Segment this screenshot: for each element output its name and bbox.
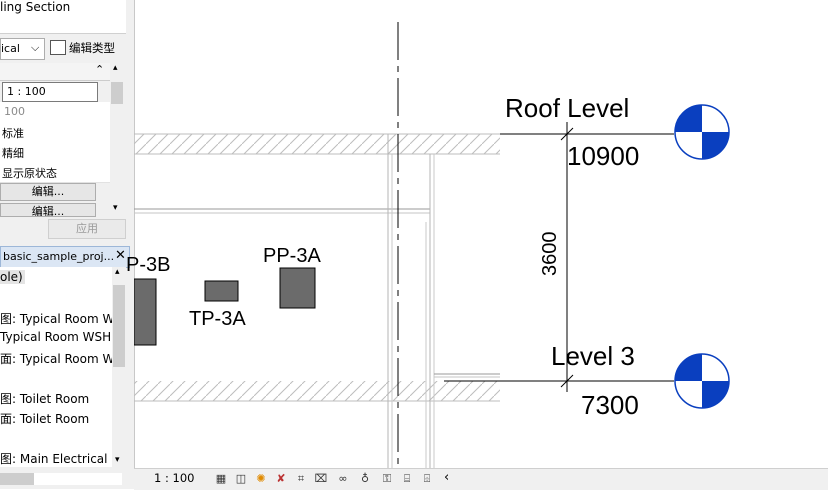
- horizontal-scrollbar[interactable]: [0, 470, 126, 489]
- browser-scrollbar[interactable]: ▴ ▾: [112, 267, 126, 467]
- properties-scrollbar[interactable]: ▴ ▾: [110, 63, 124, 218]
- display-model-row[interactable]: 标准: [0, 122, 110, 143]
- scroll-up-icon: ▴: [113, 63, 118, 73]
- properties-palette: ling Section ical ⌵ 编辑类型 ⌃ ▴ ▾ 1 : 100 1…: [0, 0, 135, 489]
- analytical-model-icon[interactable]: ⌸: [400, 472, 414, 486]
- list-item[interactable]: 面: Toilet Room: [0, 410, 89, 427]
- close-icon[interactable]: ✕: [115, 248, 126, 263]
- level-3-elevation[interactable]: 7300: [581, 390, 639, 421]
- tag-tp-3a[interactable]: TP-3A: [189, 308, 246, 331]
- scroll-left-icon[interactable]: ‹: [444, 470, 449, 485]
- detail-level-icon[interactable]: ▦: [214, 472, 228, 486]
- section-drawing: [134, 22, 730, 470]
- temporary-hide-icon[interactable]: ∞: [336, 472, 350, 486]
- list-item[interactable]: 图: Toilet Room: [0, 390, 89, 407]
- project-browser-tab[interactable]: basic_sample_proj... ✕: [0, 246, 130, 268]
- project-browser-tree: ole) 图: Typical Room W Typical Room WSHI…: [0, 267, 115, 467]
- view-title-header: ling Section: [0, 0, 126, 34]
- display-model-value: 标准: [2, 127, 24, 140]
- worksharing-icon[interactable]: ⚿: [380, 472, 394, 486]
- visual-style-icon[interactable]: ◫: [234, 472, 248, 486]
- scroll-thumb[interactable]: [111, 82, 123, 104]
- equipment-p-3b: [134, 278, 157, 346]
- header-scrollbar[interactable]: [126, 0, 134, 33]
- edit-button-2[interactable]: 编辑...: [0, 203, 96, 217]
- h-scroll-thumb[interactable]: [0, 473, 34, 485]
- list-item[interactable]: ole): [0, 270, 25, 284]
- parts-visibility-value: 显示原状态: [2, 167, 57, 180]
- sun-path-icon[interactable]: ✺: [254, 472, 268, 486]
- edit-type-icon: [50, 40, 66, 55]
- view-control-bar: 1 : 100 ▦ ◫ ✺ ✘ ⌗ ⌧ ∞ ♁ ⚿ ⌸ ⌹ ‹: [134, 468, 828, 490]
- show-crop-icon[interactable]: ⌧: [314, 472, 328, 486]
- floor-slab-hatch: [134, 381, 500, 401]
- level-3-name[interactable]: Level 3: [551, 341, 635, 372]
- h-scroll-track: [34, 473, 122, 485]
- tag-pp-3a[interactable]: PP-3A: [263, 245, 321, 268]
- roof-slab-hatch: [134, 134, 500, 154]
- dimension-value[interactable]: 3600: [535, 232, 565, 277]
- view-scale-button[interactable]: 1 : 100: [154, 471, 194, 485]
- roof-level-name[interactable]: Roof Level: [505, 93, 629, 124]
- scale-value-row: 100: [0, 102, 110, 123]
- roof-level-head: [674, 104, 730, 160]
- reveal-hidden-icon[interactable]: ♁: [358, 472, 372, 486]
- shadows-icon[interactable]: ✘: [274, 472, 288, 486]
- view-scale-value: 1 : 100: [7, 85, 46, 98]
- detail-level-row[interactable]: 精细: [0, 142, 110, 163]
- scroll-down-icon: ▾: [113, 203, 118, 213]
- tag-p-3b[interactable]: P-3B: [126, 254, 170, 277]
- view-title: ling Section: [0, 0, 71, 14]
- scroll-thumb[interactable]: [113, 285, 125, 367]
- scale-value: 100: [4, 105, 25, 118]
- level-3-head: [674, 353, 730, 409]
- parts-visibility-row[interactable]: 显示原状态: [0, 162, 110, 183]
- list-item[interactable]: 面: Typical Room W: [0, 350, 114, 367]
- property-group-header[interactable]: ⌃: [0, 63, 110, 81]
- list-item[interactable]: 图: Typical Room W: [0, 310, 114, 327]
- type-selector-dropdown[interactable]: ical ⌵: [0, 38, 45, 60]
- roof-level-elevation[interactable]: 10900: [567, 141, 639, 172]
- collapse-chevron-icon: ⌃: [95, 63, 105, 76]
- apply-button[interactable]: 应用: [48, 219, 126, 239]
- scroll-up-icon: ▴: [115, 267, 120, 277]
- list-item[interactable]: Typical Room WSHI: [0, 330, 115, 344]
- dimension-value-wrap: 3600: [535, 232, 565, 277]
- detail-level-value: 精细: [2, 147, 24, 160]
- list-item[interactable]: 图: Main Electrical: [0, 450, 107, 467]
- edit-type-button[interactable]: 编辑类型: [48, 38, 126, 58]
- crop-view-icon[interactable]: ⌗: [294, 472, 308, 486]
- equipment-pp-3a: [279, 267, 316, 309]
- chevron-down-icon: ⌵: [31, 41, 40, 54]
- view-scale-field[interactable]: 1 : 100: [2, 82, 98, 102]
- scroll-down-icon: ▾: [115, 455, 120, 465]
- highlight-displacement-icon[interactable]: ⌹: [420, 472, 434, 486]
- edit-type-label: 编辑类型: [69, 41, 115, 55]
- equipment-tp-3a: [204, 280, 239, 302]
- project-browser-title: basic_sample_proj...: [3, 250, 115, 263]
- drawing-canvas[interactable]: P-3B TP-3A PP-3A Roof Level 10900 Level …: [126, 0, 828, 470]
- type-selector-value: ical: [1, 42, 20, 55]
- edit-button-1[interactable]: 编辑...: [0, 183, 96, 201]
